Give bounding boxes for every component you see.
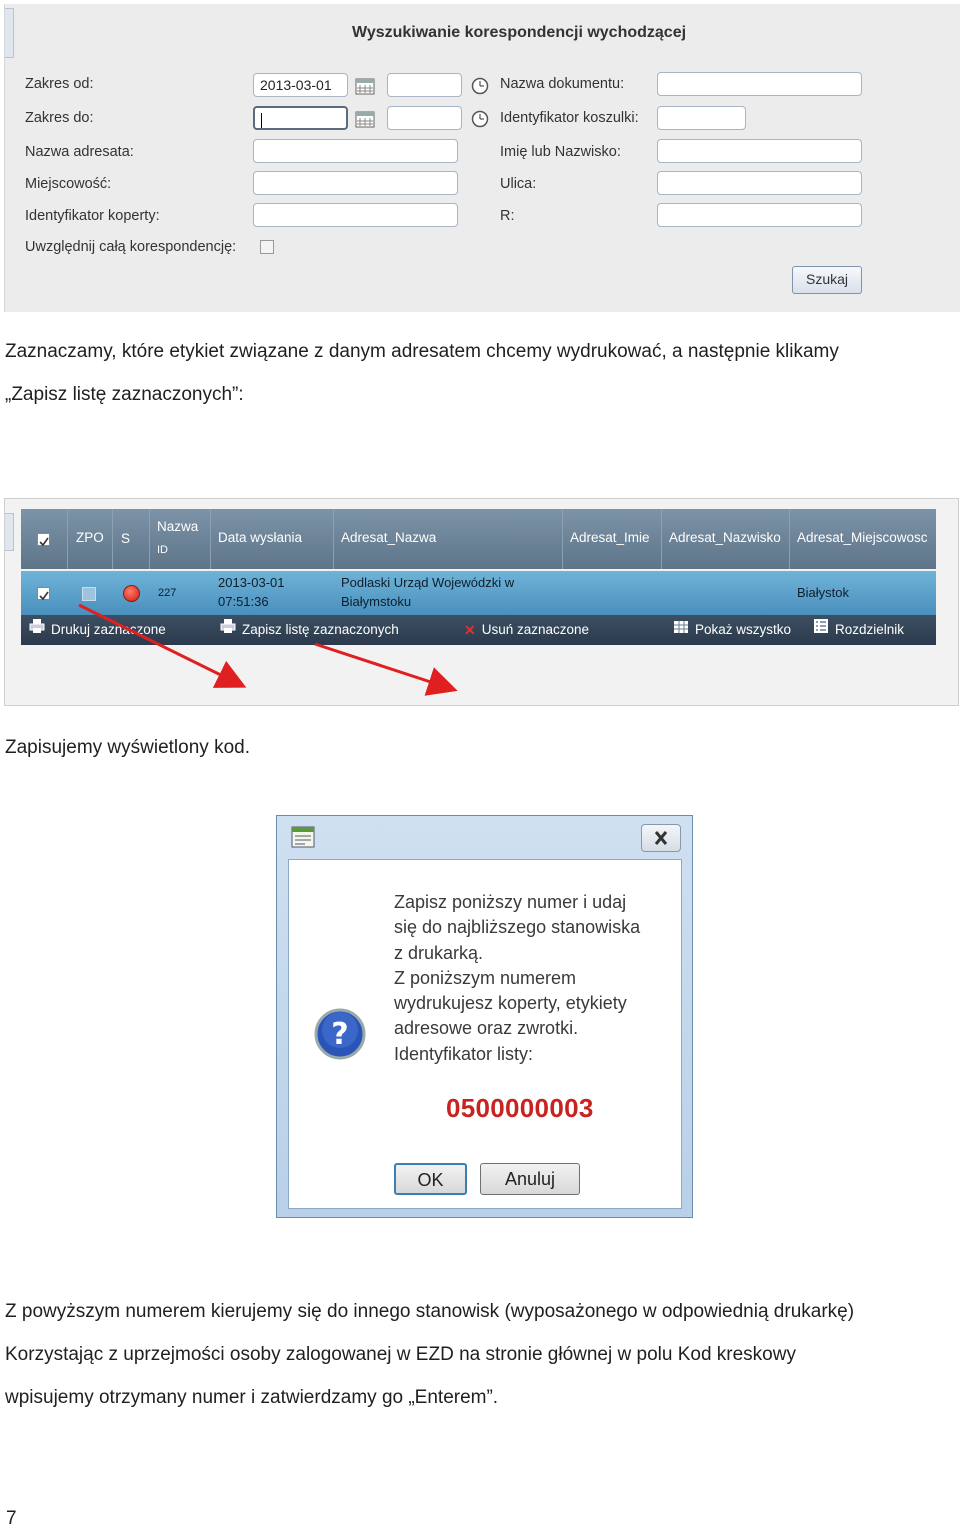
search-form-title: Wyszukiwanie korespondencji wychodzącej bbox=[352, 24, 687, 41]
paragraph-3-line-2: Korzystając z uprzejmości osoby zalogowa… bbox=[5, 1344, 796, 1365]
arrow-to-save bbox=[314, 642, 458, 696]
r-label: R: bbox=[500, 208, 515, 224]
search-button[interactable]: Szukaj bbox=[792, 266, 862, 294]
addressee-name-input[interactable] bbox=[253, 139, 458, 163]
paragraph-3-line-1: Z powyższym numerem kierujemy się do inn… bbox=[5, 1301, 855, 1322]
calendar-icon[interactable] bbox=[355, 77, 375, 95]
close-button[interactable] bbox=[641, 824, 681, 852]
dialog-message: Zapisz poniższy numer i udaj się do najb… bbox=[394, 890, 640, 1067]
pointer-arrows bbox=[78, 603, 458, 696]
envelope-id-input[interactable] bbox=[253, 203, 458, 227]
basket-id-label: Identyfikator koszulki: bbox=[500, 110, 639, 126]
basket-id-input[interactable] bbox=[657, 106, 746, 130]
first-or-last-name-label: Imię lub Nazwisko: bbox=[500, 144, 621, 160]
range-from-input[interactable]: 2013-03-01 bbox=[253, 73, 348, 97]
dialog-body: ? Zapisz poniższy numer i udaj się do na… bbox=[288, 859, 682, 1209]
document-name-label: Nazwa dokumentu: bbox=[500, 76, 625, 92]
envelope-id-label: Identyfikator koperty: bbox=[25, 208, 160, 224]
clock-icon[interactable] bbox=[470, 77, 490, 95]
clock-icon[interactable] bbox=[470, 110, 490, 128]
message-line: Z poniższym numerem bbox=[394, 967, 577, 988]
message-line: Zapisz poniższy numer i udaj bbox=[394, 892, 627, 912]
range-to-input[interactable] bbox=[253, 106, 348, 130]
ok-button[interactable]: OK bbox=[394, 1163, 467, 1195]
document-name-input[interactable] bbox=[657, 72, 862, 96]
include-all-checkbox[interactable] bbox=[260, 240, 274, 254]
include-all-label: Uwzględnij całą korespondencję: bbox=[25, 239, 237, 255]
message-line: adresowe oraz zwrotki. bbox=[394, 1018, 579, 1039]
message-line: się do najbliższego stanowiska bbox=[394, 917, 641, 938]
r-input[interactable] bbox=[657, 203, 862, 227]
message-line: wydrukujesz koperty, etykiety bbox=[394, 993, 627, 1014]
message-line: z drukarką. bbox=[394, 942, 484, 963]
addressee-name-label: Nazwa adresata: bbox=[25, 144, 134, 160]
range-from-label: Zakres od: bbox=[25, 76, 94, 92]
side-panel-edge bbox=[5, 8, 14, 58]
close-icon bbox=[654, 831, 668, 845]
grid-screenshot: ZPO S Nazwa ID Data wysłania Adresat_Naz… bbox=[4, 498, 959, 706]
paragraph-3-line-3: wpisujemy otrzymany numer i zatwierdzamy… bbox=[5, 1387, 499, 1408]
paragraph-1-line-1: Zaznaczamy, które etykiet związane z dan… bbox=[5, 341, 839, 362]
city-label: Miejscowość: bbox=[25, 176, 112, 192]
range-to-time-input[interactable] bbox=[387, 106, 462, 130]
dialog-window: ? Zapisz poniższy numer i udaj się do na… bbox=[276, 815, 693, 1218]
first-or-last-name-input[interactable] bbox=[657, 139, 862, 163]
question-icon: ? bbox=[314, 1008, 366, 1060]
arrow-to-zpo bbox=[78, 603, 247, 688]
message-line: Identyfikator listy: bbox=[394, 1043, 534, 1064]
cancel-button[interactable]: Anuluj bbox=[480, 1163, 580, 1195]
page-number: 7 bbox=[6, 1508, 17, 1529]
window-icon bbox=[291, 826, 315, 848]
paragraph-1-line-2: „Zapisz listę zaznaczonych”: bbox=[5, 384, 244, 405]
city-input[interactable] bbox=[253, 171, 458, 195]
street-input[interactable] bbox=[657, 171, 862, 195]
search-form-screenshot: Wyszukiwanie korespondencji wychodzącej … bbox=[4, 4, 960, 312]
calendar-icon[interactable] bbox=[355, 110, 375, 128]
list-id-number: 0500000003 bbox=[446, 1093, 594, 1123]
range-to-label: Zakres do: bbox=[25, 110, 94, 126]
svg-text:?: ? bbox=[331, 1017, 348, 1052]
range-from-time-input[interactable] bbox=[387, 73, 462, 97]
paragraph-2: Zapisujemy wyświetlony kod. bbox=[5, 737, 250, 758]
street-label: Ulica: bbox=[500, 176, 537, 192]
